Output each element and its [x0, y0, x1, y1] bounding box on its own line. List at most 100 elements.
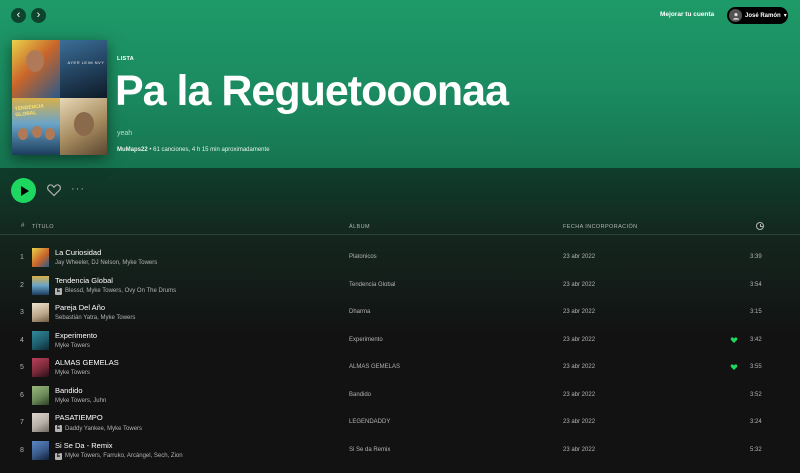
liked-heart-icon[interactable] [730, 363, 738, 371]
playlist-description: yeah [117, 130, 133, 137]
column-album[interactable]: ÁLBUM [349, 224, 370, 230]
chevron-left-icon: ‹ [16, 9, 21, 21]
track-artists-text[interactable]: Myke Towers [55, 343, 90, 349]
track-row[interactable]: 5 ALMAS GEMELAS Myke Towers ALMAS GEMELA… [0, 354, 800, 382]
track-artists: Jay Wheeler, DJ Nelson, Myke Towers [55, 260, 157, 266]
play-button[interactable] [11, 178, 36, 203]
heart-outline-icon [47, 184, 61, 197]
user-name: José Ramón [745, 12, 781, 19]
explicit-badge: E [55, 425, 62, 432]
track-row[interactable]: 3 Pareja Del Año Sebastián Yatra, Myke T… [0, 299, 800, 327]
track-cover [32, 275, 49, 295]
cover-tile-text: AYER LEIM NVY [67, 60, 105, 65]
track-title[interactable]: Bandido [55, 386, 83, 395]
track-artists-text[interactable]: Sebastián Yatra, Myke Towers [55, 315, 135, 321]
playlist-owner-link[interactable]: MuMaps22 [117, 147, 148, 153]
save-to-library-button[interactable] [46, 182, 62, 198]
track-row[interactable]: 8 Si Se Da - Remix E Myke Towers, Farruko… [0, 437, 800, 465]
playlist-stats: • 61 canciones, 4 h 15 min aproximadamen… [147, 147, 270, 153]
track-row[interactable]: 2 Tendencia Global E Blessd, Myke Towers,… [0, 272, 800, 300]
track-cover [32, 330, 49, 350]
forward-button[interactable]: › [31, 8, 46, 23]
track-duration: 3:55 [750, 364, 762, 370]
track-album[interactable]: Bandido [349, 392, 371, 398]
track-date-added: 23 abr 2022 [563, 364, 596, 370]
track-album[interactable]: LEGENDADDY [349, 419, 390, 425]
track-number: 1 [20, 254, 24, 261]
track-artists: E Blessd, Myke Towers, Ovy On The Drums [55, 287, 176, 295]
liked-heart-icon[interactable] [730, 336, 738, 344]
track-cover [32, 385, 49, 405]
cover-tile-3: TENDENCIA GLOBAL [12, 97, 60, 155]
back-button[interactable]: ‹ [11, 8, 26, 23]
track-row[interactable]: 7 PASATIEMPO E Daddy Yankee, Myke Towers … [0, 409, 800, 437]
track-artists-text[interactable]: Myke Towers, Farruko, Arcángel, Sech, Zi… [65, 453, 183, 459]
track-duration: 3:52 [750, 391, 762, 398]
track-row[interactable]: 1 La Curiosidad Jay Wheeler, DJ Nelson, … [0, 244, 800, 272]
chevron-right-icon: › [36, 9, 41, 21]
track-title[interactable]: ALMAS GEMELAS [55, 358, 119, 367]
tracklist: 1 La Curiosidad Jay Wheeler, DJ Nelson, … [0, 244, 800, 464]
track-artists: Sebastián Yatra, Myke Towers [55, 315, 135, 321]
track-title[interactable]: Pareja Del Año [55, 303, 105, 312]
track-album[interactable]: ALMAS GEMELAS [349, 364, 400, 370]
track-number: 3 [20, 309, 24, 316]
track-duration: 3:15 [750, 309, 762, 315]
track-title[interactable]: La Curiosidad [55, 248, 101, 257]
track-title[interactable]: Tendencia Global [55, 276, 113, 285]
track-cover [32, 303, 49, 322]
track-album[interactable]: Platonicos [349, 254, 377, 260]
track-artists-text[interactable]: Jay Wheeler, DJ Nelson, Myke Towers [55, 260, 157, 266]
track-artists-text[interactable]: Myke Towers [55, 370, 90, 376]
track-date-added: 23 abr 2022 [563, 309, 596, 315]
track-artists: Myke Towers, Juhn [55, 398, 106, 404]
clock-icon[interactable] [756, 222, 764, 230]
track-number: 5 [20, 364, 24, 371]
track-artists: E Myke Towers, Farruko, Arcángel, Sech, Z… [55, 452, 183, 460]
track-cover [32, 248, 49, 267]
track-duration: 3:39 [750, 254, 762, 260]
cover-tile-text: TENDENCIA GLOBAL [14, 102, 44, 118]
track-cover [32, 413, 49, 432]
caret-down-icon: ▾ [783, 13, 787, 19]
track-album[interactable]: Dharma [349, 309, 370, 315]
track-duration: 3:54 [750, 281, 762, 288]
track-artists: Myke Towers [55, 370, 90, 376]
upgrade-account-button[interactable]: Mejorar tu cuenta [660, 11, 714, 18]
track-title[interactable]: Si Se Da - Remix [55, 441, 113, 450]
track-date-added: 23 abr 2022 [563, 391, 596, 398]
more-options-button[interactable]: ··· [71, 183, 85, 195]
track-album[interactable]: Experimento [349, 337, 383, 343]
track-title[interactable]: Experimento [55, 331, 97, 340]
track-number: 4 [20, 336, 24, 344]
track-cover [32, 358, 49, 377]
ellipsis-icon: ··· [71, 183, 85, 195]
track-album[interactable]: Si Se da Remix [349, 447, 390, 453]
track-artists: Myke Towers [55, 343, 90, 349]
playlist-meta: MuMaps22 • 61 canciones, 4 h 15 min apro… [117, 147, 270, 153]
cover-tile-1 [12, 40, 60, 98]
tracklist-header: # TÍTULO ÁLBUM FECHA INCORPORACIÓN [0, 220, 800, 235]
track-number: 6 [20, 391, 24, 399]
track-row[interactable]: 6 Bandido Myke Towers, Juhn Bandido 23 a… [0, 382, 800, 410]
column-date-added[interactable]: FECHA INCORPORACIÓN [563, 224, 638, 230]
user-menu-button[interactable]: José Ramón ▾ [727, 7, 788, 24]
explicit-badge: E [55, 287, 62, 295]
track-album[interactable]: Tendencia Global [349, 282, 395, 288]
playlist-cover[interactable]: AYER LEIM NVY TENDENCIA GLOBAL [12, 40, 107, 155]
track-artists-text[interactable]: Daddy Yankee, Myke Towers [65, 426, 142, 432]
cover-tile-2: AYER LEIM NVY [59, 40, 107, 98]
user-avatar-icon [729, 9, 742, 22]
explicit-badge: E [55, 452, 62, 460]
track-date-added: 23 abr 2022 [563, 336, 596, 343]
track-duration: 3:42 [750, 336, 762, 343]
column-title[interactable]: TÍTULO [32, 224, 54, 230]
track-artists-text[interactable]: Myke Towers, Juhn [55, 398, 106, 404]
track-date-added: 23 abr 2022 [563, 254, 596, 260]
play-icon [20, 185, 29, 196]
column-number: # [21, 223, 25, 229]
track-row[interactable]: 4 Experimento Myke Towers Experimento 23… [0, 327, 800, 355]
track-title[interactable]: PASATIEMPO [55, 413, 103, 422]
track-number: 8 [20, 446, 24, 454]
track-artists-text[interactable]: Blessd, Myke Towers, Ovy On The Drums [65, 288, 176, 294]
